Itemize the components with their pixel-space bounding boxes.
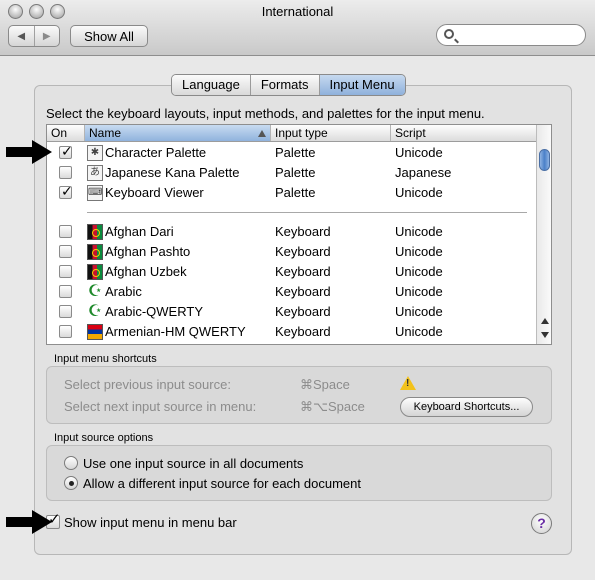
table-row[interactable]: あ Japanese Kana Palette Palette Japanese <box>47 163 537 183</box>
row-type: Keyboard <box>275 324 331 339</box>
row-name: Afghan Uzbek <box>105 264 187 279</box>
scroll-up-icon[interactable] <box>541 318 549 324</box>
sort-ascending-icon <box>258 130 266 137</box>
afghanistan-flag-icon <box>87 264 103 280</box>
row-script: Unicode <box>395 185 443 200</box>
row-script: Unicode <box>395 304 443 319</box>
row-name: Arabic-QWERTY <box>105 304 203 319</box>
previous-source-shortcut: ⌘Space <box>300 377 350 392</box>
show-all-button[interactable]: Show All <box>70 25 148 47</box>
crescent-icon: ☪ <box>87 283 103 300</box>
back-icon[interactable]: ◀ <box>9 26 35 46</box>
column-header-input-type[interactable]: Input type <box>271 125 391 141</box>
row-checkbox[interactable] <box>59 225 72 238</box>
row-checkbox[interactable]: ✓ <box>59 143 73 159</box>
row-checkbox[interactable] <box>59 265 72 278</box>
keyboard-shortcuts-button[interactable]: Keyboard Shortcuts... <box>400 397 533 417</box>
table-row[interactable]: Afghan Uzbek Keyboard Unicode <box>47 262 537 282</box>
tab-input-menu[interactable]: Input Menu <box>319 75 405 95</box>
options-group-title: Input source options <box>54 432 154 444</box>
warning-icon: ! <box>400 376 416 390</box>
table-header: On Name Input type Script <box>47 125 537 142</box>
row-name: Keyboard Viewer <box>105 185 204 200</box>
scroll-down-icon[interactable] <box>541 332 549 338</box>
table-row[interactable]: ☪ Arabic Keyboard Unicode <box>47 282 537 302</box>
row-name: Afghan Dari <box>105 224 174 239</box>
row-script: Unicode <box>395 324 443 339</box>
radio-one-input-source[interactable] <box>64 456 78 470</box>
row-name: Armenian-HM QWERTY <box>105 324 246 339</box>
search-icon <box>444 29 454 39</box>
table-row[interactable]: ✓ ✱ Character Palette Palette Unicode <box>47 143 537 163</box>
column-header-name[interactable]: Name <box>85 125 271 141</box>
pointer-arrow-icon <box>6 140 54 164</box>
row-type: Keyboard <box>275 244 331 259</box>
tab-formats[interactable]: Formats <box>250 75 320 95</box>
row-checkbox[interactable] <box>59 305 72 318</box>
tab-language[interactable]: Language <box>172 75 251 95</box>
row-checkbox[interactable] <box>59 285 72 298</box>
row-script: Unicode <box>395 224 443 239</box>
table-row[interactable]: Afghan Dari Keyboard Unicode <box>47 222 537 242</box>
pointer-arrow-icon <box>6 510 54 534</box>
next-source-shortcut: ⌘⌥Space <box>300 399 365 414</box>
row-script: Unicode <box>395 145 443 160</box>
row-checkbox[interactable] <box>59 166 72 179</box>
search-input[interactable] <box>436 24 586 46</box>
row-name: Japanese Kana Palette <box>105 165 240 180</box>
afghanistan-flag-icon <box>87 224 103 240</box>
row-name: Arabic <box>105 284 142 299</box>
character-palette-icon: ✱ <box>87 145 103 161</box>
kana-palette-icon: あ <box>87 165 103 181</box>
table-row[interactable]: ✓ ⌨ Keyboard Viewer Palette Unicode <box>47 183 537 203</box>
tab-bar: Language Formats Input Menu <box>171 74 406 96</box>
table-row[interactable]: Armenian-HM QWERTY Keyboard Unicode <box>47 322 537 342</box>
radio-one-input-source-label: Use one input source in all documents <box>83 456 304 471</box>
row-script: Unicode <box>395 284 443 299</box>
window-titlebar: International ◀ ▶ Show All <box>0 0 595 56</box>
next-source-label: Select next input source in menu: <box>64 399 257 414</box>
row-checkbox[interactable] <box>59 325 72 338</box>
forward-icon[interactable]: ▶ <box>35 26 60 46</box>
keyboard-viewer-icon: ⌨ <box>87 185 103 201</box>
row-type: Palette <box>275 145 316 160</box>
row-type: Keyboard <box>275 304 331 319</box>
row-type: Palette <box>275 185 316 200</box>
row-type: Keyboard <box>275 224 331 239</box>
row-script: Japanese <box>395 165 452 180</box>
column-header-script[interactable]: Script <box>391 125 537 141</box>
table-scrollbar[interactable] <box>536 125 551 344</box>
row-type: Keyboard <box>275 264 331 279</box>
row-checkbox[interactable]: ✓ <box>59 183 73 199</box>
armenia-flag-icon <box>87 324 103 340</box>
table-divider <box>87 212 527 214</box>
table-row[interactable]: ☪ Arabic-QWERTY Keyboard Unicode <box>47 302 537 322</box>
row-type: Palette <box>275 165 316 180</box>
row-type: Keyboard <box>275 284 331 299</box>
options-group <box>46 445 552 501</box>
afghanistan-flag-icon <box>87 244 103 260</box>
radio-different-input-source-label: Allow a different input source for each … <box>83 476 361 491</box>
navigation-segmented-control: ◀ ▶ <box>8 25 60 47</box>
radio-different-input-source[interactable] <box>64 476 78 490</box>
column-header-on[interactable]: On <box>47 125 85 141</box>
row-script: Unicode <box>395 264 443 279</box>
show-input-menu-label: Show input menu in menu bar <box>64 515 237 530</box>
input-sources-table: On Name Input type Script ✓ ✱ Character … <box>46 124 552 345</box>
scrollbar-thumb[interactable] <box>539 149 550 171</box>
window-title: International <box>261 4 334 19</box>
intro-text: Select the keyboard layouts, input metho… <box>46 106 485 121</box>
row-name: Character Palette <box>105 145 207 160</box>
row-name: Afghan Pashto <box>105 244 191 259</box>
crescent-icon: ☪ <box>87 303 103 320</box>
help-button[interactable]: ? <box>531 513 552 534</box>
row-script: Unicode <box>395 244 443 259</box>
previous-source-label: Select previous input source: <box>64 377 231 392</box>
column-header-name-label: Name <box>89 126 122 140</box>
shortcuts-group-title: Input menu shortcuts <box>54 353 157 365</box>
table-row[interactable]: Afghan Pashto Keyboard Unicode <box>47 242 537 262</box>
row-checkbox[interactable] <box>59 245 72 258</box>
